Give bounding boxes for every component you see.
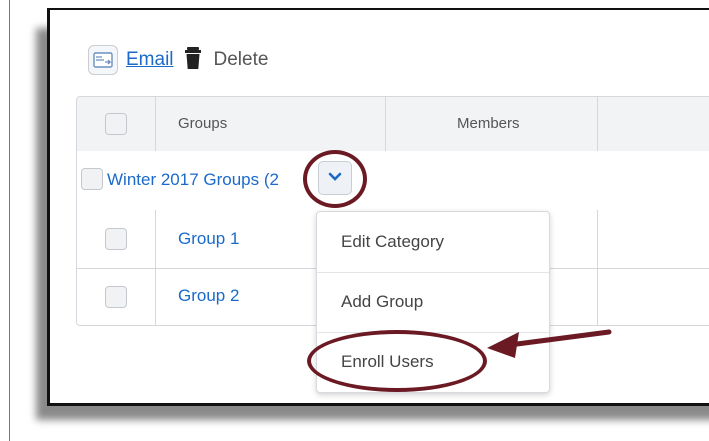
table-header: Groups Members: [77, 97, 709, 152]
column-header-members: Members: [457, 115, 520, 132]
select-all-checkbox[interactable]: [105, 113, 127, 135]
column-header-groups: Groups: [178, 115, 228, 132]
annotation-circle-chevron: [303, 150, 367, 208]
row-checkbox[interactable]: [105, 228, 127, 250]
column-divider: [597, 210, 598, 325]
group-link[interactable]: Group 1: [178, 229, 239, 249]
annotation-circle-enroll: [307, 330, 487, 392]
column-divider: [155, 97, 156, 151]
column-divider: [155, 210, 156, 325]
delete-label: Delete: [213, 49, 269, 70]
email-button[interactable]: Email: [88, 45, 174, 75]
menu-item-edit-category[interactable]: Edit Category: [317, 212, 549, 273]
category-link[interactable]: Winter 2017 Groups (2: [107, 170, 279, 190]
group-link[interactable]: Group 2: [178, 286, 239, 306]
email-label: Email: [126, 49, 174, 70]
column-divider: [385, 97, 386, 151]
annotation-arrow-icon: [487, 329, 612, 358]
delete-button[interactable]: Delete: [184, 46, 269, 75]
trash-icon: [184, 46, 202, 75]
category-checkbox[interactable]: [81, 168, 103, 190]
menu-item-label: Add Group: [341, 292, 424, 311]
email-icon: [88, 45, 118, 75]
column-divider: [597, 97, 598, 151]
row-checkbox[interactable]: [105, 286, 127, 308]
page-border: [9, 0, 10, 441]
category-row: Winter 2017 Groups (2: [77, 151, 709, 211]
toolbar: Email Delete: [88, 44, 268, 76]
menu-item-label: Edit Category: [341, 232, 444, 251]
